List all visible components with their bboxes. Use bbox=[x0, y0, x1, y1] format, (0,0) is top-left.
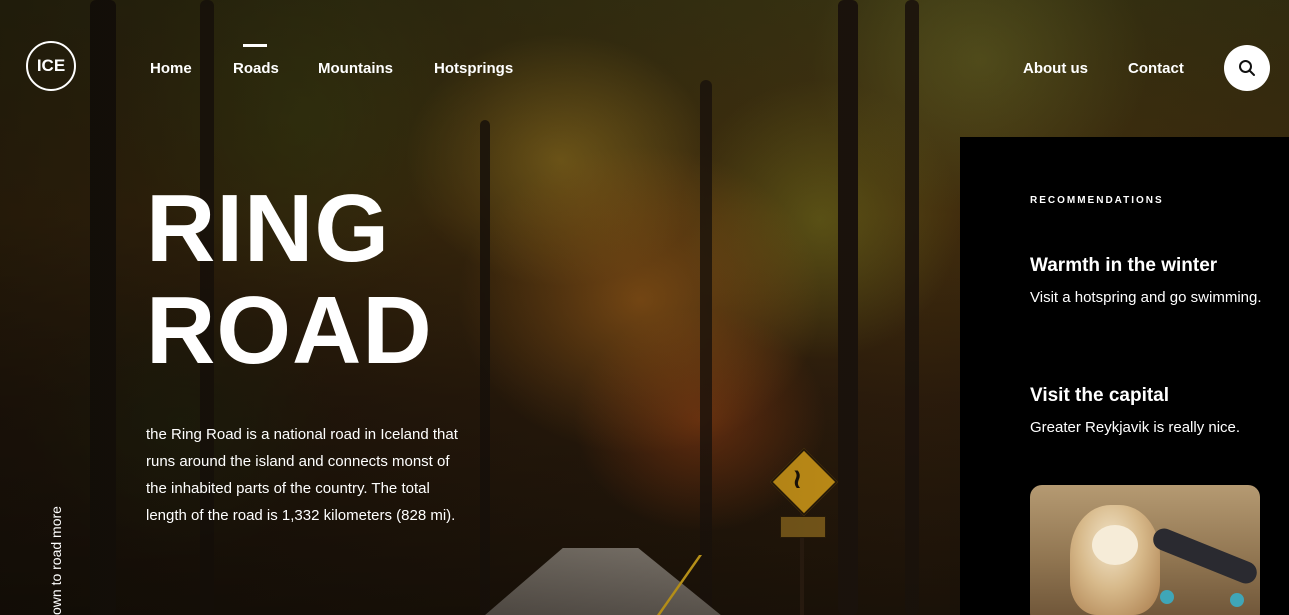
page-title-line-2: ROAD bbox=[146, 277, 433, 384]
search-button[interactable] bbox=[1224, 45, 1270, 91]
page: ≀ ICE Home Roads Mountains Hotsprings Ab… bbox=[0, 0, 1289, 615]
skateboard-wheel bbox=[1230, 593, 1244, 607]
recommendations-panel: RECOMMENDATIONS Warmth in the winter Vis… bbox=[960, 137, 1289, 615]
logo-text: ICE bbox=[36, 56, 66, 75]
page-title: RING ROAD bbox=[146, 178, 433, 382]
skateboard-wheel bbox=[1160, 590, 1174, 604]
recommendations-heading: RECOMMENDATIONS bbox=[1030, 195, 1164, 206]
logo[interactable]: ICE bbox=[26, 41, 76, 91]
recommendation-title[interactable]: Warmth in the winter bbox=[1030, 255, 1217, 277]
skateboard bbox=[1149, 525, 1260, 587]
nav-item-contact[interactable]: Contact bbox=[1128, 60, 1184, 77]
recommendation-title[interactable]: Visit the capital bbox=[1030, 385, 1169, 407]
nav-item-home[interactable]: Home bbox=[150, 60, 192, 77]
dog-face bbox=[1092, 525, 1138, 565]
nav-active-indicator bbox=[243, 44, 267, 47]
nav-item-about-us[interactable]: About us bbox=[1023, 60, 1088, 77]
recommendation-text: Greater Reykjavik is really nice. bbox=[1030, 419, 1241, 436]
search-icon bbox=[1239, 60, 1255, 76]
nav-item-hotsprings[interactable]: Hotsprings bbox=[434, 60, 513, 77]
scroll-down-hint[interactable]: own to road more bbox=[48, 506, 64, 615]
hero-description: the Ring Road is a national road in Icel… bbox=[146, 426, 458, 524]
recommendation-image-bulldog[interactable] bbox=[1030, 485, 1260, 615]
recommendation-text: Visit a hotspring and go swimming. bbox=[1030, 289, 1262, 306]
nav-item-roads[interactable]: Roads bbox=[233, 60, 279, 77]
page-title-line-1: RING bbox=[146, 175, 390, 282]
nav-item-mountains[interactable]: Mountains bbox=[318, 60, 393, 77]
